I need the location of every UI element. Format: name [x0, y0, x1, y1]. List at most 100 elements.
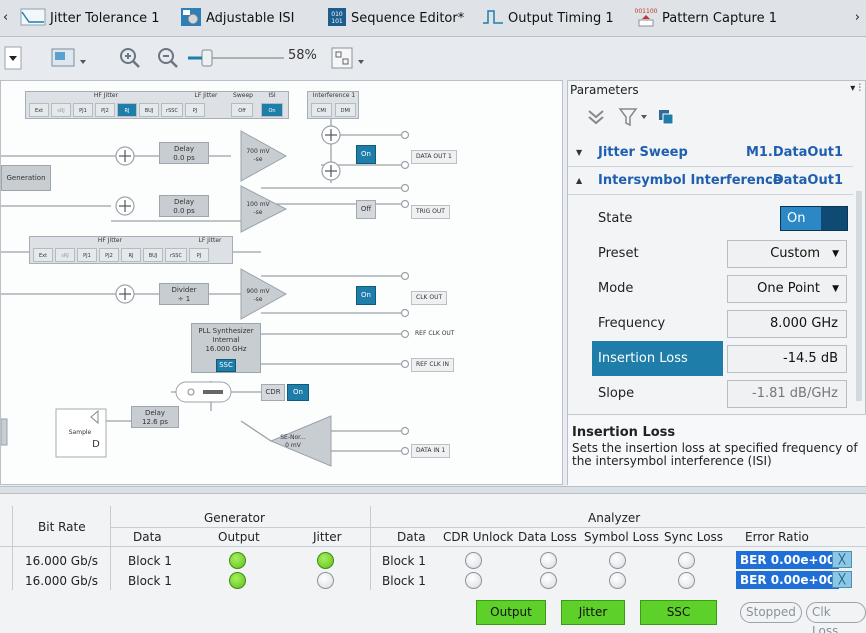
ssc-button[interactable]: SSC — [216, 359, 236, 372]
tab-sequence-editor[interactable]: 010 101 Sequence Editor* — [327, 4, 464, 33]
params-scrollbar[interactable] — [856, 191, 862, 401]
jitter-cell[interactable]: PJ — [185, 103, 205, 117]
reset-error-icon[interactable]: ᚷ — [832, 551, 852, 568]
generation-block[interactable]: Generation — [1, 165, 51, 191]
svg-text:010: 010 — [331, 11, 343, 18]
cdr-on-button[interactable]: On — [287, 384, 309, 401]
tab-adjustable-isi[interactable]: Adjustable ISI — [180, 4, 295, 33]
delay-block[interactable]: Delay 0.0 ps — [159, 142, 209, 164]
jitter-cell[interactable]: PJ1 — [73, 103, 93, 117]
zoom-out-icon[interactable] — [156, 45, 180, 71]
sync-loss-led — [678, 552, 695, 569]
cdr-unlock-led — [465, 572, 482, 589]
col-symbol-loss: Symbol Loss — [584, 530, 659, 544]
gen-data-value: Block 1 — [128, 554, 172, 568]
output-on-button[interactable]: On — [356, 286, 376, 305]
jitter-cell[interactable]: rSSC — [165, 248, 187, 262]
expand-icon: ▼ — [576, 148, 583, 157]
jitter-cell[interactable]: CMI — [311, 103, 332, 117]
bit-rate-value: 16.000 Gb/s — [25, 574, 99, 588]
col-output: Output — [218, 530, 260, 544]
output-off-button[interactable]: Off — [356, 200, 376, 219]
tab-jitter-tolerance[interactable]: Jitter Tolerance 1 — [20, 4, 160, 33]
section-name: Jitter Sweep — [598, 145, 688, 160]
jitter-cell[interactable]: Ext — [29, 103, 49, 117]
panel-splitter[interactable] — [0, 486, 866, 494]
clk-out-label[interactable]: CLK OUT — [411, 291, 448, 305]
ssc-status-button[interactable]: SSC — [640, 600, 717, 625]
mode-select[interactable]: One Point ▼ — [727, 274, 847, 303]
frequency-input[interactable]: 8.000 GHz — [727, 309, 847, 338]
zoom-level: 58% — [288, 48, 317, 63]
symbol-loss-led — [609, 552, 626, 569]
zoom-slider[interactable] — [186, 45, 286, 71]
jitter-cell[interactable]: Off — [231, 103, 253, 117]
delay-block[interactable]: Delay 0.0 ps — [159, 195, 209, 217]
amplitude-label: 100 mV -se — [246, 201, 270, 216]
ref-clk-in-label[interactable]: REF CLK IN — [411, 358, 454, 372]
insertion-loss-input[interactable]: -14.5 dB — [727, 344, 847, 373]
jitter-cell[interactable]: PJ1 — [77, 248, 97, 262]
svg-text:101: 101 — [331, 18, 343, 25]
output-led — [229, 552, 246, 569]
menu-dropdown-icon[interactable] — [4, 45, 22, 71]
param-row-frequency: Frequency 8.000 GHz — [592, 306, 853, 341]
jitter-cell[interactable]: DMI — [335, 103, 356, 117]
grid-settings-icon[interactable] — [656, 107, 676, 130]
svg-text:001100: 001100 — [635, 8, 658, 15]
delay-block[interactable]: Delay 12.6 ps — [131, 406, 179, 428]
toggle-on-label: On — [781, 207, 821, 230]
collapse-all-icon[interactable] — [586, 107, 606, 130]
divider-block[interactable]: Divider ÷ 1 — [159, 283, 209, 305]
jitter-cell[interactable]: BUJ — [139, 103, 159, 117]
jitter-cell[interactable]: RJ — [117, 103, 137, 117]
jitter-cell[interactable]: BUJ — [143, 248, 163, 262]
trig-out-label[interactable]: TRIG OUT — [411, 205, 450, 219]
slope-input: -1.81 dB/GHz — [727, 379, 847, 408]
tab-label: Jitter Tolerance 1 — [50, 11, 160, 26]
col-error-ratio: Error Ratio — [745, 530, 809, 544]
section-jitter-sweep[interactable]: ▼ Jitter Sweep M1.DataOut1 — [568, 139, 853, 167]
param-label: Slope — [598, 386, 635, 401]
jitter-tolerance-icon — [20, 8, 46, 30]
data-in-label[interactable]: DATA IN 1 — [411, 444, 451, 458]
section-target: M1.DataOut1 — [745, 145, 843, 160]
output-on-button[interactable]: On — [356, 145, 376, 164]
section-intersymbol-interference[interactable]: ▲ Intersymbol Interference .DataOut1 — [568, 167, 853, 195]
data-out-label[interactable]: DATA OUT 1 — [411, 150, 457, 164]
param-label: Preset — [598, 246, 639, 261]
block-diagram-canvas[interactable]: HF Jitter LF Jitter Sweep ISI Ext sRJ PJ… — [0, 80, 563, 485]
jitter-cell[interactable]: sRJ — [51, 103, 71, 117]
tab-label: Output Timing 1 — [508, 11, 614, 26]
jitter-cell[interactable]: Ext — [33, 248, 53, 262]
jitter-cell[interactable]: RJ — [121, 248, 141, 262]
zoom-in-icon[interactable] — [118, 45, 142, 71]
tab-output-timing[interactable]: Output Timing 1 — [482, 4, 614, 33]
hf-jitter-label: HF Jitter — [97, 237, 123, 244]
jitter-cell[interactable]: PJ2 — [95, 103, 115, 117]
jitter-status-button[interactable]: Jitter — [561, 600, 625, 625]
data-loss-led — [540, 552, 557, 569]
symbol-loss-led — [609, 572, 626, 589]
state-toggle[interactable]: On — [780, 206, 848, 231]
jitter-cell[interactable]: On — [261, 103, 283, 117]
view-image-icon[interactable] — [50, 45, 90, 71]
jitter-cell[interactable]: PJ — [189, 248, 209, 262]
sync-loss-led — [678, 572, 695, 589]
output-status-button[interactable]: Output — [476, 600, 546, 625]
param-row-insertion-loss: Insertion Loss -14.5 dB — [592, 341, 853, 376]
fit-view-icon[interactable] — [330, 45, 370, 71]
preset-select[interactable]: Custom ▼ — [727, 239, 847, 268]
tab-overflow-icon[interactable]: › — [855, 10, 860, 25]
filter-icon[interactable] — [618, 107, 650, 130]
scroll-left-icon[interactable]: ‹ — [3, 10, 8, 25]
parameters-title: Parameters — [570, 83, 639, 97]
divider — [110, 527, 865, 528]
jitter-cell[interactable]: PJ2 — [99, 248, 119, 262]
tab-pattern-capture[interactable]: 001100 Pattern Capture 1 — [634, 4, 777, 33]
jitter-cell[interactable]: rSSC — [161, 103, 183, 117]
jitter-cell[interactable]: sRJ — [55, 248, 75, 262]
collapse-icon: ▲ — [576, 176, 583, 185]
reset-error-icon[interactable]: ᚷ — [832, 571, 852, 588]
panel-menu-icon[interactable]: ▾ ⫶ — [850, 83, 861, 94]
